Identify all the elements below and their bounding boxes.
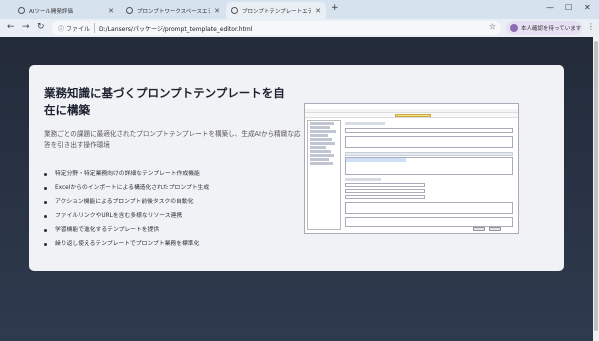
browser-tab-strip: AIツール開発評価 ✕ プロンプトワークスペースエディタ - A… ✕ プロンプ… [0,0,599,19]
list-item: Excelからのインポートによる構造化されたプロンプト生成 [44,181,304,195]
bullet-icon [44,200,47,204]
browser-tab-ai-tool[interactable]: AIツール開発評価 ✕ [13,2,119,19]
browser-tab-template-editor[interactable]: プロンプトテンプレートエディタ 紹介 ✕ [226,2,326,19]
globe-icon [126,7,133,14]
tab-close-icon[interactable]: ✕ [315,7,321,15]
screenshot-highlight [395,114,431,117]
globe-icon [18,7,25,14]
security-label: ファイル [66,25,91,33]
site-info-chip[interactable]: ⓘ ファイル [52,23,96,33]
profile-button[interactable]: 本人確認を待っています [506,21,582,35]
bullet-icon [44,214,47,218]
tab-title: プロンプトテンプレートエディタ 紹介 [242,8,312,15]
close-window-button[interactable]: ✕ [584,3,591,12]
back-button[interactable]: ← [7,22,15,33]
minimize-button[interactable]: — [546,3,554,12]
list-item: 繰り返し使えるテンプレートでプロンプト業務を標準化 [44,237,304,251]
globe-icon [231,7,238,14]
more-menu-icon[interactable]: ⋮ [587,22,595,31]
address-bar[interactable]: ⓘ ファイル D:/Lansers/パッケージ/prompt_template_… [52,21,501,35]
browser-toolbar: ← → ↻ ⓘ ファイル D:/Lansers/パッケージ/prompt_tem… [0,19,599,37]
tab-title: AIツール開発評価 [29,8,73,15]
list-item: アクション機能によるプロンプト前後タスクの自動化 [44,195,304,209]
reload-button[interactable]: ↻ [37,22,45,33]
card-title: 業務知識に基づくプロンプトテンプレートを自在に構築 [44,86,285,117]
url-text[interactable]: D:/Lansers/パッケージ/prompt_template_editor.… [99,24,252,33]
tab-close-icon[interactable]: ✕ [214,7,220,15]
bullet-icon [44,186,47,190]
info-icon: ⓘ [58,25,65,33]
list-item: 特定分野・特定業務向けの詳細なテンプレート作成機能 [44,167,304,181]
scrollbar-thumb[interactable] [594,41,598,331]
forward-button[interactable]: → [22,22,30,33]
new-tab-button[interactable]: + [331,3,339,13]
screenshot-toolbar [305,113,518,118]
avatar [510,24,518,32]
list-item: ファイルリンクやURLを含む多様なリソース連携 [44,209,304,223]
screenshot-tree-panel [307,120,341,230]
screenshot-main-panel [343,120,517,232]
tab-title: プロンプトワークスペースエディタ - A… [137,8,210,15]
tab-close-icon[interactable]: ✕ [108,7,114,15]
bookmark-star-icon[interactable]: ☆ [489,22,496,31]
profile-label: 本人確認を待っています [521,26,582,32]
card-description: 業務ごとの課題に最適化されたプロンプトテンプレートを構築し、生成AIから精緻な応… [44,130,301,149]
list-item: 学習機能で進化するテンプレートを提供 [44,223,304,237]
bullet-icon [44,228,47,232]
page-scrollbar[interactable] [593,37,599,341]
feature-list: 特定分野・特定業務向けの詳細なテンプレート作成機能 Excelからのインポートに… [44,167,304,251]
feature-card: 業務知識に基づくプロンプトテンプレートを自在に構築 業務ごとの課題に最適化された… [29,65,564,271]
browser-tab-workspace-editor[interactable]: プロンプトワークスペースエディタ - A… ✕ [121,2,225,19]
maximize-button[interactable]: ☐ [565,3,572,12]
bullet-icon [44,172,47,176]
bullet-icon [44,242,47,246]
app-screenshot [304,103,519,234]
